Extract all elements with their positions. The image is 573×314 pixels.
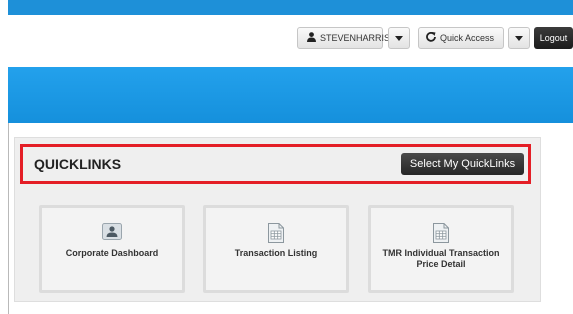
blue-navigation-band bbox=[8, 67, 573, 123]
tile-label: Transaction Listing bbox=[234, 248, 318, 258]
quicklink-tile-tmr-transaction-price-detail[interactable]: TMR Individual Transaction Price Detail bbox=[368, 205, 514, 293]
quicklink-tile-transaction-listing[interactable]: Transaction Listing bbox=[203, 205, 349, 293]
user-menu-button[interactable]: STEVENHARRIS bbox=[297, 27, 390, 49]
quick-access-button[interactable]: Quick Access bbox=[418, 27, 504, 49]
quicklinks-header: QUICKLINKS Select My QuickLinks bbox=[20, 144, 531, 184]
select-my-quicklinks-button[interactable]: Select My QuickLinks bbox=[401, 153, 524, 175]
tile-label: Corporate Dashboard bbox=[65, 248, 159, 258]
quick-access-label: Quick Access bbox=[440, 33, 495, 43]
quick-access-dropdown-toggle[interactable] bbox=[508, 27, 530, 49]
document-table-icon bbox=[433, 223, 449, 248]
document-table-icon bbox=[268, 223, 284, 248]
tile-label: TMR Individual Transaction Price Detail bbox=[382, 248, 500, 269]
chevron-down-icon bbox=[395, 35, 403, 41]
user-icon bbox=[307, 32, 316, 44]
user-name-label: STEVENHARRIS bbox=[320, 33, 391, 43]
quicklink-tile-corporate-dashboard[interactable]: Corporate Dashboard bbox=[39, 205, 185, 293]
refresh-icon bbox=[426, 31, 436, 44]
quicklinks-title: QUICKLINKS bbox=[34, 156, 122, 172]
content-left-border bbox=[8, 123, 9, 314]
top-accent-strip bbox=[8, 0, 573, 15]
chevron-down-icon bbox=[515, 35, 523, 41]
user-menu-dropdown-toggle[interactable] bbox=[388, 27, 410, 49]
logout-button[interactable]: Logout bbox=[534, 27, 573, 49]
profile-card-icon bbox=[102, 223, 122, 245]
